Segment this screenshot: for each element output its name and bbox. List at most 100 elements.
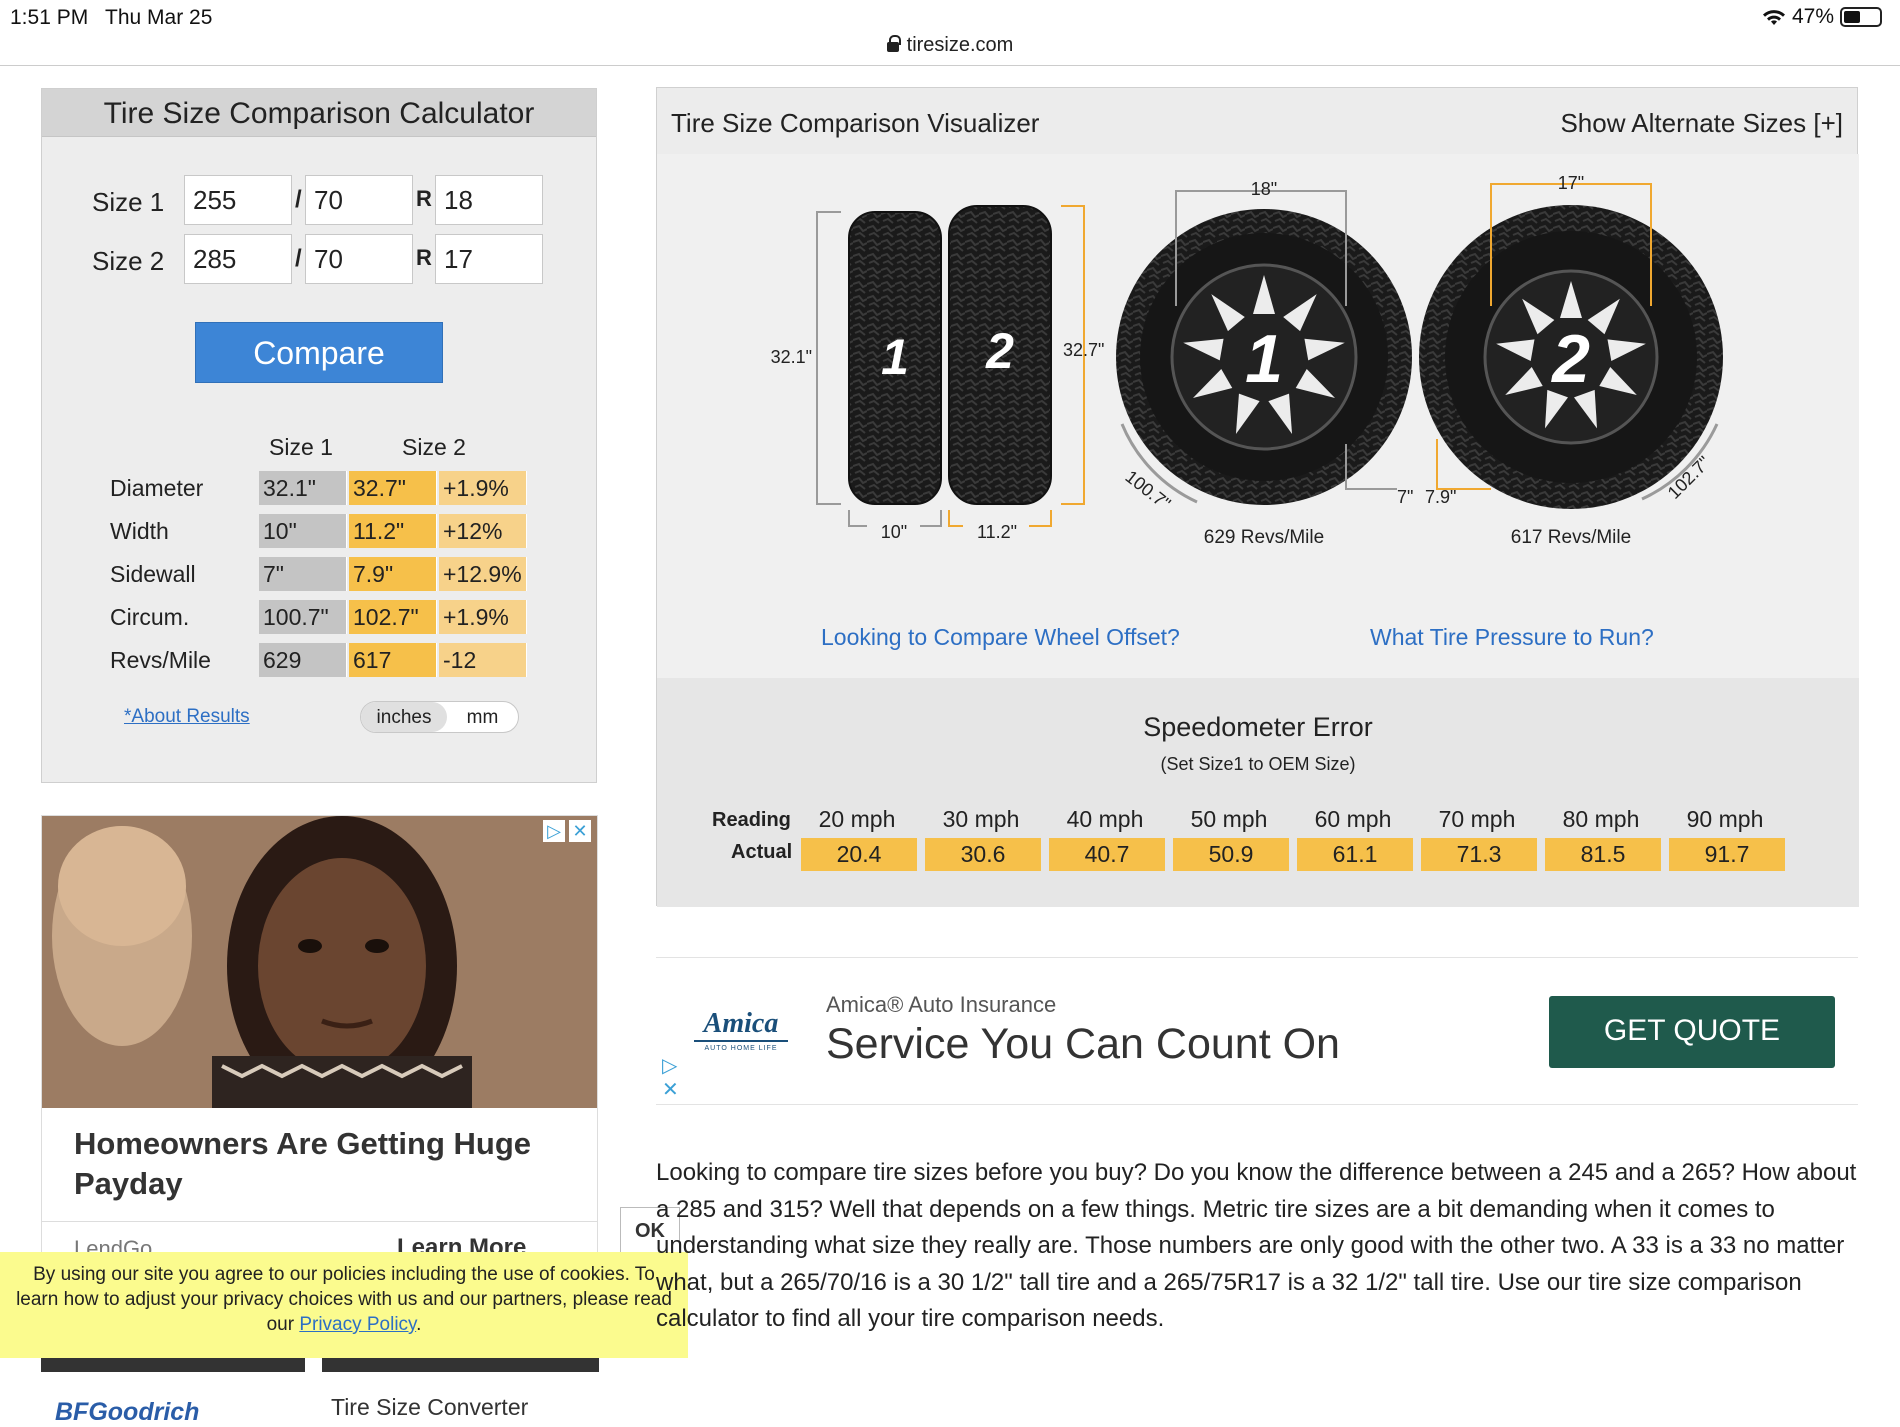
reading-value: 20 mph [818, 806, 896, 832]
size2-row: Size 2 285 / 70 R 17 [42, 234, 598, 286]
result-diff-value: +1.9% [439, 471, 527, 505]
tire-diagram: 1 2 32.1" 32.7" 10" 11.2" 1 18" 100.7" 7… [771, 173, 1723, 548]
size1-rim-input[interactable]: 18 [435, 175, 543, 225]
size2-width-input[interactable]: 285 [184, 234, 292, 284]
advertisement-amica[interactable]: Amica AUTO HOME LIFE Amica® Auto Insuran… [656, 957, 1858, 1105]
tire2-width-label: 11.2" [977, 522, 1017, 542]
actual-value: 81.5 [1545, 838, 1661, 871]
ad-choices[interactable]: ▷ ✕ [543, 820, 591, 842]
size1-label: Size 1 [92, 187, 165, 217]
close-ad-icon[interactable]: ✕ [569, 820, 591, 842]
tire2-front-view: 2 [1419, 205, 1723, 509]
tire1-width-label: 10" [881, 522, 907, 542]
wheel1-sidewall-label: 7" [1397, 487, 1413, 507]
adchoices-icon[interactable]: ▷ [543, 820, 565, 842]
reading-value: 30 mph [942, 806, 1020, 832]
size2-label: Size 2 [92, 246, 165, 276]
result-row-width: Width 10" 11.2" +12% [42, 514, 598, 548]
battery-icon [1840, 7, 1882, 27]
visualizer-diagram: 1 2 32.1" 32.7" 10" 11.2" 1 18" 100.7" 7… [657, 154, 1859, 678]
actual-value: 61.1 [1297, 838, 1413, 871]
wheel2-revs-label: 617 Revs/Mile [1511, 527, 1631, 548]
compare-wheel-offset-link[interactable]: Looking to Compare Wheel Offset? [821, 624, 1180, 651]
result-diff-value: +1.9% [439, 600, 527, 634]
visualizer-panel: Tire Size Comparison Visualizer Show Alt… [656, 87, 1859, 907]
result-size1-value: 100.7" [259, 600, 347, 634]
result-diff-value: -12 [439, 643, 527, 677]
result-label: Circum. [110, 604, 190, 630]
amica-subtitle: Amica® Auto Insurance [826, 992, 1057, 1017]
size2-rim-input[interactable]: 17 [435, 234, 543, 284]
result-label: Sidewall [110, 561, 196, 587]
ad-headline[interactable]: Homeowners Are Getting Huge Payday [74, 1124, 574, 1204]
tire2-height-label: 32.7" [1063, 340, 1104, 360]
ad-photo [42, 816, 597, 1108]
reading-value: 70 mph [1438, 806, 1516, 832]
amica-logo: Amica AUTO HOME LIFE [694, 1008, 788, 1058]
result-size1-value: 10" [259, 514, 347, 548]
visualizer-title: Tire Size Comparison Visualizer [671, 108, 1040, 138]
tire2-side-view: 2 [948, 205, 1052, 505]
result-label: Revs/Mile [110, 647, 211, 673]
wheel1-rim-label: 18" [1251, 179, 1277, 199]
status-bar: 1:51 PM Thu Mar 25 47% [0, 0, 1900, 34]
amica-headline: Service You Can Count On [826, 1020, 1340, 1068]
size1-row: Size 1 255 / 70 R 18 [42, 175, 598, 227]
slash: / [295, 245, 302, 272]
bfgoodrich-tile[interactable]: BFGoodrich [41, 1358, 305, 1426]
cookie-banner: By using our site you agree to our polic… [0, 1252, 688, 1358]
actual-value: 71.3 [1421, 838, 1537, 871]
r-label: R [416, 245, 432, 270]
battery-percent: 47% [1791, 5, 1834, 28]
speedometer-title: Speedometer Error [1143, 712, 1373, 742]
status-right: 47% [1762, 5, 1882, 29]
size1-aspect-input[interactable]: 70 [305, 175, 413, 225]
reading-value: 90 mph [1686, 806, 1764, 832]
actual-label: Actual [731, 841, 793, 863]
unit-toggle[interactable]: inches mm [360, 701, 519, 733]
show-alternate-sizes-link[interactable]: Show Alternate Sizes [+] [1560, 108, 1843, 139]
speedometer-error-section: Speedometer Error (Set Size1 to OEM Size… [657, 678, 1859, 907]
about-results-link[interactable]: *About Results [124, 706, 250, 728]
actual-value: 20.4 [801, 838, 917, 871]
wheel2-rim-label: 17" [1558, 173, 1584, 193]
slash: / [295, 186, 302, 213]
reading-value: 80 mph [1562, 806, 1640, 832]
compare-button[interactable]: Compare [195, 322, 443, 383]
size1-width-input[interactable]: 255 [184, 175, 292, 225]
tire1-side-number: 1 [881, 329, 909, 385]
reading-value: 60 mph [1314, 806, 1392, 832]
result-size2-value: 11.2" [349, 514, 437, 548]
lock-icon [886, 35, 901, 52]
result-diff-value: +12.9% [439, 557, 527, 591]
tire1-front-view: 1 [1116, 209, 1412, 505]
calculator-title: Tire Size Comparison Calculator [42, 89, 596, 137]
address-bar[interactable]: tiresize.com [0, 30, 1900, 66]
unit-mm-option[interactable]: mm [447, 702, 518, 732]
r-label: R [416, 186, 432, 211]
actual-value: 30.6 [925, 838, 1041, 871]
url-text: tiresize.com [906, 34, 1014, 56]
privacy-policy-link[interactable]: Privacy Policy [299, 1314, 416, 1335]
wheel1-revs-label: 629 Revs/Mile [1204, 527, 1324, 548]
visualizer-header: Tire Size Comparison Visualizer Show Alt… [657, 88, 1859, 154]
adchoices-icon: ▷ [662, 1055, 678, 1077]
advertisement-left[interactable]: ▷ ✕ Homeowners Are Getting Huge Payday L… [41, 815, 598, 1255]
article-paragraph: Looking to compare tire sizes before you… [656, 1159, 1857, 1332]
ad-choices[interactable]: ▷ ✕ [662, 1054, 679, 1102]
result-row-diameter: Diameter 32.1" 32.7" +1.9% [42, 471, 598, 505]
get-quote-button[interactable]: GET QUOTE [1549, 996, 1835, 1068]
tire2-side-number: 2 [985, 323, 1014, 379]
wheel1-circumference-label: 100.7" [1122, 466, 1175, 513]
tire-size-converter-tile[interactable]: Tire Size Converter [322, 1358, 599, 1425]
result-row-revs: Revs/Mile 629 617 -12 [42, 643, 598, 677]
result-size1-value: 7" [259, 557, 347, 591]
actual-value: 91.7 [1669, 838, 1785, 871]
tire-pressure-link[interactable]: What Tire Pressure to Run? [1370, 624, 1654, 651]
size2-aspect-input[interactable]: 70 [305, 234, 413, 284]
wheel2-number: 2 [1550, 321, 1590, 397]
speedometer-subtitle: (Set Size1 to OEM Size) [1160, 754, 1356, 774]
wheel1-number: 1 [1245, 321, 1283, 397]
unit-inches-option[interactable]: inches [361, 702, 447, 732]
result-label: Width [110, 518, 169, 544]
